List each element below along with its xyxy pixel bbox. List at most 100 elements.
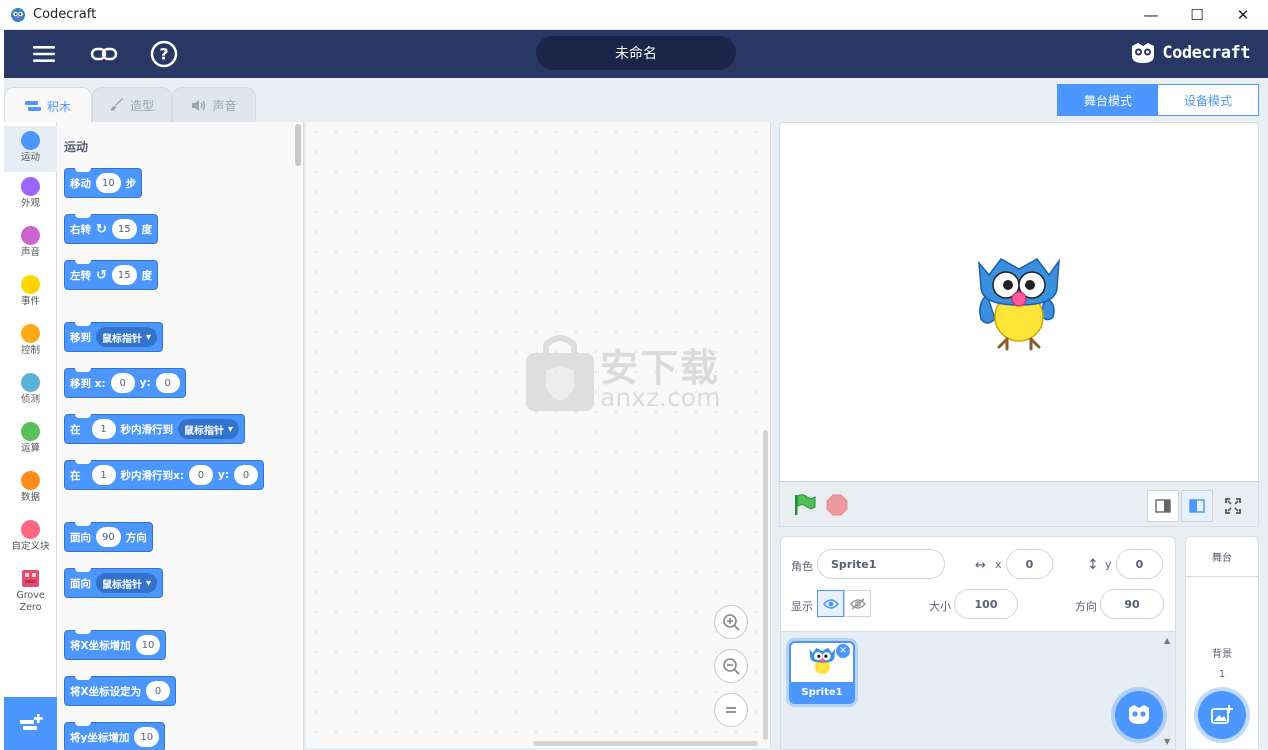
stage-canvas[interactable] [779,122,1259,481]
block-goto[interactable]: 移到 鼠标指针 ▾ [64,322,164,352]
block-set-x[interactable]: 将X坐标设定为 0 [64,676,177,706]
link-device-button[interactable] [89,40,119,68]
zoom-in-button[interactable] [714,605,748,639]
minimize-button[interactable]: — [1128,0,1174,30]
add-backdrop-button[interactable] [1198,691,1246,739]
zoom-reset-button[interactable] [714,693,748,727]
stage-mode-button[interactable]: 舞台模式 [1058,85,1158,115]
script-area-horizontal-scrollbar[interactable] [533,741,758,746]
close-window-button[interactable]: ✕ [1220,0,1266,30]
category-sound[interactable]: 声音 [4,226,57,259]
block-input-direction[interactable]: 90 [96,527,121,547]
owl-sprite[interactable] [973,253,1063,353]
tab-blocks[interactable]: 积木 [4,87,92,124]
sprite-list-scroll-up[interactable]: ▲ [1164,636,1170,645]
block-point-direction[interactable]: 面向 90 方向 [64,522,153,552]
direction-input[interactable]: 90 [1100,589,1164,619]
horizontal-arrows-icon: ↔ [975,558,986,573]
block-input-x[interactable]: 0 [110,373,135,393]
block-input-value[interactable]: 0 [146,681,171,701]
block-dropdown-target[interactable]: 鼠标指针 ▾ [96,327,158,347]
block-palette: 运动 移动 10 步 右转 ↻ 15 度 左转 ↺ 15 度 移到 鼠标指针 ▾ … [57,122,304,750]
project-title[interactable]: 未命名 [536,36,736,70]
block-input-seconds[interactable]: 1 [91,465,116,485]
block-change-x[interactable]: 将X坐标增加 10 [64,630,167,660]
tab-costumes-label: 造型 [129,98,154,113]
category-label: Grove Zero [16,590,45,613]
green-flag-button[interactable] [792,492,818,518]
sprite-list-scroll-down[interactable]: ▼ [1164,737,1170,746]
block-input-seconds[interactable]: 1 [91,419,116,439]
stop-button[interactable] [824,492,850,518]
zoom-out-button[interactable] [714,649,748,683]
category-sensing[interactable]: 侦测 [4,373,57,406]
tab-sounds[interactable]: 声音 [172,87,256,123]
block-input-value[interactable]: 10 [135,635,161,655]
block-text: 秒内滑行到 [120,423,174,436]
block-input-value[interactable]: 10 [134,727,160,747]
zoom-in-icon [723,614,740,631]
category-events[interactable]: 事件 [4,275,57,308]
watermark: 安下载 anxz.com [524,333,744,415]
block-move-steps[interactable]: 移动 10 步 [64,168,143,198]
delete-sprite-button[interactable]: ✕ [836,644,850,658]
block-text: 将X坐标增加 [70,639,131,652]
palette-scrollbar[interactable] [295,124,301,166]
block-input-degrees[interactable]: 15 [111,265,137,285]
add-extension-button[interactable] [4,697,57,750]
caret-down-icon: ▾ [146,331,152,343]
large-stage-button[interactable] [1181,490,1213,522]
category-data[interactable]: 数据 [4,471,57,504]
direction-label: 方向 [1075,600,1097,613]
tab-costumes[interactable]: 造型 [92,87,172,123]
large-stage-icon [1189,499,1205,513]
small-stage-button[interactable] [1147,490,1179,522]
block-glide-xy[interactable]: 在 1 秒内滑行到x: 0 y: 0 [64,460,265,490]
category-looks[interactable]: 外观 [4,177,57,210]
maximize-button[interactable]: ☐ [1174,0,1220,30]
block-dropdown-target[interactable]: 鼠标指针 ▾ [96,573,158,593]
y-input[interactable]: 0 [1116,549,1163,579]
sprite-name-label: 角色 [791,560,813,573]
script-area[interactable] [306,122,771,748]
close-icon: ✕ [839,646,847,656]
block-turn-left[interactable]: 左转 ↺ 15 度 [64,260,159,290]
block-goto-xy[interactable]: 移到 x: 0 y: 0 [64,368,186,398]
help-button[interactable]: ? [149,40,179,68]
block-glide-to[interactable]: 在 1 秒内滑行到 鼠标指针 ▾ [64,414,246,444]
block-point-towards[interactable]: 面向 鼠标指针 ▾ [64,568,164,598]
block-input-steps[interactable]: 10 [96,173,121,193]
block-input-degrees[interactable]: 15 [111,219,137,239]
script-area-vertical-scrollbar[interactable] [763,430,768,740]
block-dropdown-target[interactable]: 鼠标指针 ▾ [178,419,240,439]
block-input-y[interactable]: 0 [155,373,180,393]
block-change-y[interactable]: 将y坐标增加 10 [64,722,166,750]
show-sprite-button[interactable] [817,590,844,617]
category-my-blocks[interactable]: 自定义块 [4,520,57,553]
block-input-x[interactable]: 0 [188,465,213,485]
hide-sprite-button[interactable] [844,590,871,617]
block-turn-right[interactable]: 右转 ↻ 15 度 [64,214,159,244]
window-title: Codecraft [33,7,97,22]
category-color-dot [21,520,40,539]
category-grove-zero[interactable]: Grove Zero [4,569,57,614]
block-text: 将X坐标设定为 [70,685,142,698]
size-input[interactable]: 100 [954,589,1018,619]
show-label: 显示 [791,600,813,613]
add-sprite-button[interactable] [1115,691,1163,739]
dropdown-value: 鼠标指针 [184,425,224,437]
brand-logo: Codecraft [1130,42,1250,64]
menu-button[interactable] [29,40,59,68]
block-text: 左转 [70,269,91,282]
x-input[interactable]: 0 [1006,549,1053,579]
category-control[interactable]: 控制 [4,324,57,357]
category-label: 运算 [20,443,40,454]
category-color-dot [21,275,40,294]
hamburger-menu-icon [33,46,55,62]
fullscreen-button[interactable] [1217,490,1249,522]
category-operators[interactable]: 运算 [4,422,57,455]
category-motion[interactable]: 运动 [4,126,57,172]
sprite-name-input[interactable]: Sprite1 [817,549,945,579]
device-mode-button[interactable]: 设备模式 [1158,85,1258,115]
block-input-y[interactable]: 0 [234,465,259,485]
